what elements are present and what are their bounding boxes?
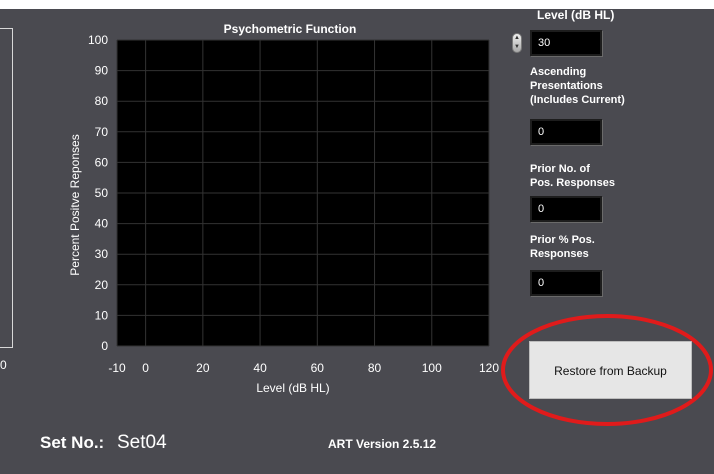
prior-pos-label-line-2: Pos. Responses <box>530 177 615 189</box>
y-tick-label: 70 <box>95 125 109 139</box>
y-tick-label: 50 <box>95 186 109 200</box>
y-tick-label: 20 <box>95 278 109 292</box>
x-tick-label: 80 <box>368 361 382 375</box>
y-tick-label: 80 <box>95 94 109 108</box>
ascending-label: Ascending Presentations (Includes Curren… <box>530 65 625 107</box>
ascending-label-line-1: Ascending <box>530 66 587 78</box>
ascending-label-line-3: (Includes Current) <box>530 94 625 106</box>
y-axis-label: Percent Positve Reponses <box>68 134 82 275</box>
updown-spinner-icon[interactable]: ▲ ▼ <box>512 33 522 53</box>
x-tick-label: 120 <box>479 361 499 375</box>
y-tick-label: 10 <box>95 308 109 322</box>
prior-pct-label-line-2: Responses <box>530 248 589 260</box>
ascending-label-line-2: Presentations <box>530 80 603 92</box>
ascending-presentations-field[interactable]: 0 <box>530 119 602 145</box>
y-tick-label: 0 <box>101 339 108 353</box>
y-tick-label: 60 <box>95 155 109 169</box>
level-label: Level (dB HL) <box>537 8 615 22</box>
set-number-value: Set04 <box>117 432 167 453</box>
prior-pct-responses-field[interactable]: 0 <box>530 270 602 296</box>
x-tick-label: 0 <box>142 361 149 375</box>
x-tick-label: 40 <box>253 361 267 375</box>
level-field[interactable]: 30 <box>530 30 602 56</box>
x-tick-label: 100 <box>422 361 442 375</box>
y-tick-label: 90 <box>95 64 109 78</box>
prior-pct-label-line-1: Prior % Pos. <box>530 234 595 246</box>
y-tick-label: 40 <box>95 217 109 231</box>
set-number-label: Set No.: <box>40 433 105 452</box>
x-axis-label: Level (dB HL) <box>256 381 329 395</box>
prior-pos-responses-field[interactable]: 0 <box>530 196 602 222</box>
x-tick-label: 20 <box>196 361 210 375</box>
y-tick-label: 100 <box>88 33 108 47</box>
prior-pos-label-line-1: Prior No. of <box>530 163 590 175</box>
x-tick-label: -10 <box>108 361 126 375</box>
restore-from-backup-button[interactable]: Restore from Backup <box>529 341 692 399</box>
x-tick-label: 60 <box>311 361 325 375</box>
prior-pos-label: Prior No. of Pos. Responses <box>530 162 615 190</box>
prior-pct-label: Prior % Pos. Responses <box>530 233 595 261</box>
version-text: ART Version 2.5.12 <box>328 437 437 451</box>
y-tick-label: 30 <box>95 247 109 261</box>
